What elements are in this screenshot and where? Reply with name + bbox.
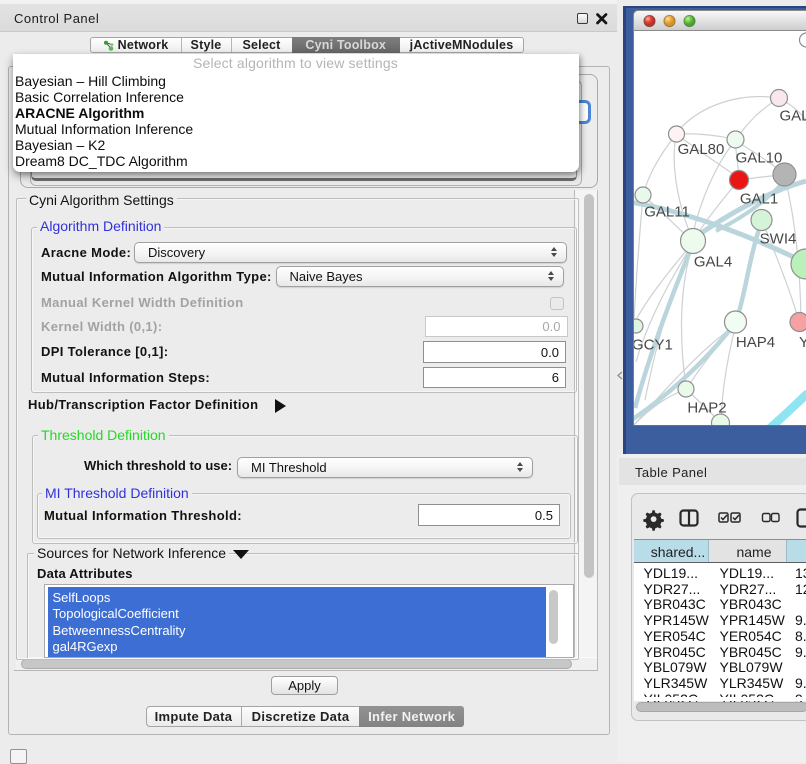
svg-text:GAL10: GAL10 xyxy=(736,150,783,167)
svg-text:GAL1: GAL1 xyxy=(740,191,778,208)
svg-text:GAL11: GAL11 xyxy=(644,204,690,221)
svg-text:HAP4: HAP4 xyxy=(736,334,775,351)
svg-text:SWI4: SWI4 xyxy=(760,231,797,248)
svg-text:GAL4: GAL4 xyxy=(694,254,732,271)
svg-text:Y: Y xyxy=(799,334,806,351)
svg-text:GCY1: GCY1 xyxy=(634,337,673,354)
svg-text:GAL80: GAL80 xyxy=(678,141,725,158)
svg-text:GAL2: GAL2 xyxy=(780,108,806,125)
svg-text:HAP2: HAP2 xyxy=(687,400,726,417)
